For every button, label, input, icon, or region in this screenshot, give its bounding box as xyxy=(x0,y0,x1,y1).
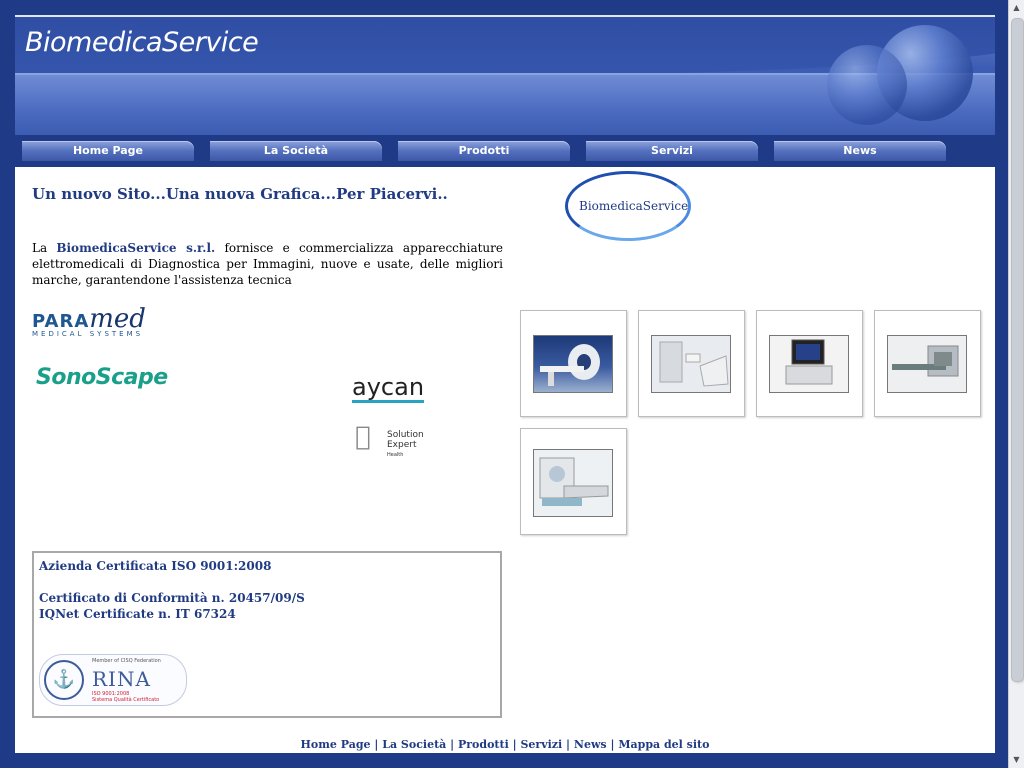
scroll-down-icon[interactable]: ▼ xyxy=(1009,752,1024,768)
nav-prodotti[interactable]: Prodotti xyxy=(398,141,570,161)
footer-separator: | xyxy=(450,738,455,751)
footer-link-news[interactable]: News xyxy=(574,738,607,751)
vertical-scrollbar[interactable]: ▲ ▼ xyxy=(1008,0,1024,768)
rina-iso: ISO 9001:2008 Sistema Qualità Certificato xyxy=(92,691,159,703)
footer-separator: | xyxy=(610,738,615,751)
nav-la-societa[interactable]: La Società xyxy=(210,141,382,161)
aycan-logo[interactable]: aycan xyxy=(352,374,425,403)
footer-link-prodotti[interactable]: Prodotti xyxy=(458,738,509,751)
ultrasound-icon xyxy=(769,335,849,393)
mri-table-icon xyxy=(887,335,967,393)
footer-link-home[interactable]: Home Page xyxy=(301,738,371,751)
rina-sistema: Sistema Qualità Certificato xyxy=(92,697,160,703)
nav-home[interactable]: Home Page xyxy=(22,141,194,161)
apple-icon:  xyxy=(355,422,371,452)
footer-links: Home Page | La Società | Prodotti | Serv… xyxy=(15,738,995,751)
main-content: Un nuovo Sito...Una nuova Grafica...Per … xyxy=(15,167,995,753)
scrollbar-thumb[interactable] xyxy=(1011,18,1024,682)
footer-link-servizi[interactable]: Servizi xyxy=(520,738,562,751)
product-xray-unit[interactable] xyxy=(638,310,745,417)
page-headline: Un nuovo Sito...Una nuova Grafica...Per … xyxy=(32,185,448,203)
nav-news[interactable]: News xyxy=(774,141,946,161)
site-title: BiomedicaService xyxy=(25,27,259,58)
rina-seal-icon: ⚓ xyxy=(44,660,84,700)
product-mri-table[interactable] xyxy=(874,310,981,417)
apple-solution-expert-logo[interactable]:  Solution Expert Health xyxy=(355,422,445,462)
footer-separator: | xyxy=(374,738,379,751)
footer-separator: | xyxy=(566,738,571,751)
mri-scanner-icon xyxy=(533,449,613,517)
apple-label: Solution Expert Health xyxy=(387,430,424,460)
paramed-big: PARA xyxy=(32,311,90,332)
product-mri-scanner[interactable] xyxy=(520,428,627,535)
header-banner: BiomedicaService xyxy=(15,15,995,135)
paramed-logo[interactable]: PARAmed MEDICAL SYSTEMS xyxy=(32,304,146,338)
cert-conformita: Certificato di Conformità n. 20457/09/S xyxy=(39,591,305,605)
sonoscape-logo[interactable]: SonoScape xyxy=(36,365,168,390)
product-ct-scanner[interactable] xyxy=(520,310,627,417)
scroll-up-icon[interactable]: ▲ xyxy=(1009,0,1024,16)
xray-unit-icon xyxy=(651,335,731,393)
rina-certification-logo[interactable]: ⚓ Member of CISQ Federation RINA ISO 900… xyxy=(39,654,187,706)
apple-line1: Solution xyxy=(387,430,424,440)
nav-servizi[interactable]: Servizi xyxy=(586,141,758,161)
cert-iso: Azienda Certificata ISO 9001:2008 xyxy=(39,559,272,573)
intro-company: BiomedicaService s.r.l. xyxy=(56,241,216,255)
footer-link-mappa[interactable]: Mappa del sito xyxy=(618,738,709,751)
main-nav: Home Page La Società Prodotti Servizi Ne… xyxy=(15,135,995,167)
company-logo-text: BiomedicaService xyxy=(579,199,689,213)
rina-name: RINA xyxy=(92,667,151,691)
apple-line2: Expert xyxy=(387,440,417,450)
rina-member: Member of CISQ Federation xyxy=(92,658,161,664)
intro-prefix: La xyxy=(32,241,57,255)
intro-paragraph: La BiomedicaService s.r.l. fornisce e co… xyxy=(32,240,503,288)
ct-scanner-icon xyxy=(533,335,613,393)
globe-small-icon xyxy=(827,45,907,125)
footer-separator: | xyxy=(512,738,517,751)
paramed-sub: MEDICAL SYSTEMS xyxy=(32,330,144,338)
apple-line3: Health xyxy=(387,452,404,458)
cert-iqnet: IQNet Certificate n. IT 67324 xyxy=(39,607,236,621)
product-ultrasound[interactable] xyxy=(756,310,863,417)
certification-box: Azienda Certificata ISO 9001:2008 Certif… xyxy=(32,551,502,718)
footer-link-la-societa[interactable]: La Società xyxy=(382,738,446,751)
company-logo: BiomedicaService xyxy=(565,169,695,245)
